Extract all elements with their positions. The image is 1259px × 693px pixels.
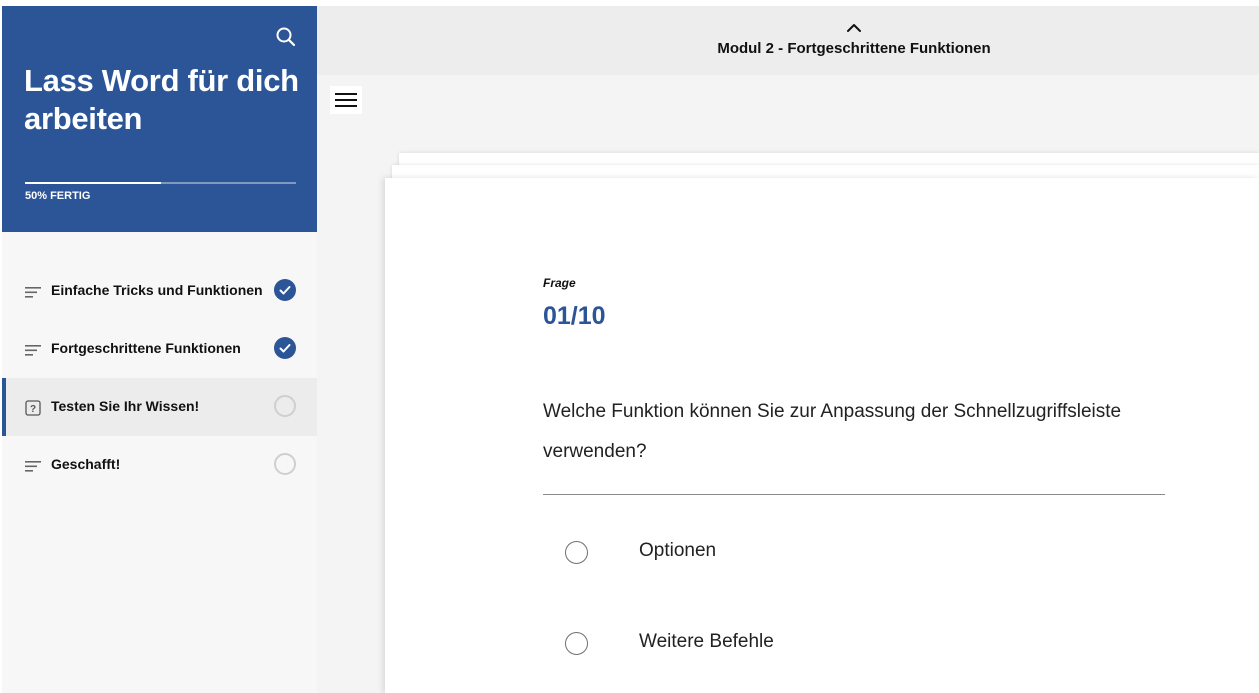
lesson-content: Modul 2 - Fortgeschrittene Funktionen Fr… [317,6,1259,693]
check-icon [274,279,296,301]
divider [543,494,1165,495]
check-icon [274,337,296,359]
progress-label: 50% FERTIG [25,190,91,202]
lesson-item-geschafft[interactable]: Geschafft! [2,436,317,494]
chevron-up-icon[interactable] [843,20,865,34]
answer-label: Weitere Befehle [639,631,774,652]
lesson-label: Einfache Tricks und Funktionen [51,282,263,298]
radio-button[interactable] [565,632,588,655]
lesson-label: Geschafft! [51,456,121,472]
answer-option-weitere-befehle[interactable]: Weitere Befehle [543,612,1165,672]
answer-label: Optionen [639,540,717,561]
quiz-icon: ? [25,400,41,416]
question-number: 01/10 [543,302,606,330]
lines-icon [25,345,41,356]
question-text: Welche Funktion können Sie zur Anpassung… [543,401,1122,462]
lesson-item-einfache-tricks[interactable]: Einfache Tricks und Funktionen [2,262,317,320]
search-icon[interactable] [274,25,298,49]
lesson-item-testen-sie-ihr-wissen[interactable]: ? Testen Sie Ihr Wissen! [2,378,317,436]
lines-icon [25,287,41,298]
lesson-item-fortgeschrittene-funktionen[interactable]: Fortgeschrittene Funktionen [2,320,317,378]
incomplete-circle-icon [274,453,296,475]
course-title: Lass Word für dich arbeiten [24,63,299,136]
progress-bar [25,182,296,184]
incomplete-circle-icon [274,395,296,417]
course-header: Lass Word für dich arbeiten 50% FERTIG [2,6,317,232]
lines-icon [25,461,41,472]
answer-option-optionen[interactable]: Optionen [543,521,1165,581]
hamburger-menu-icon[interactable] [330,86,362,114]
question-card: Frage 01/10 Welche Funktion können Sie z… [385,178,1259,693]
lesson-label: Testen Sie Ihr Wissen! [51,398,200,414]
radio-button[interactable] [565,541,588,564]
question-label: Frage [543,276,576,290]
lesson-label: Fortgeschrittene Funktionen [51,340,241,356]
svg-text:?: ? [30,404,36,415]
module-title: Modul 2 - Fortgeschrittene Funktionen [717,40,991,57]
sidebar: Lass Word für dich arbeiten 50% FERTIG E… [2,6,317,693]
lesson-list: Einfache Tricks und Funktionen Fortgesch… [2,262,317,494]
progress-bar-fill [25,182,161,184]
